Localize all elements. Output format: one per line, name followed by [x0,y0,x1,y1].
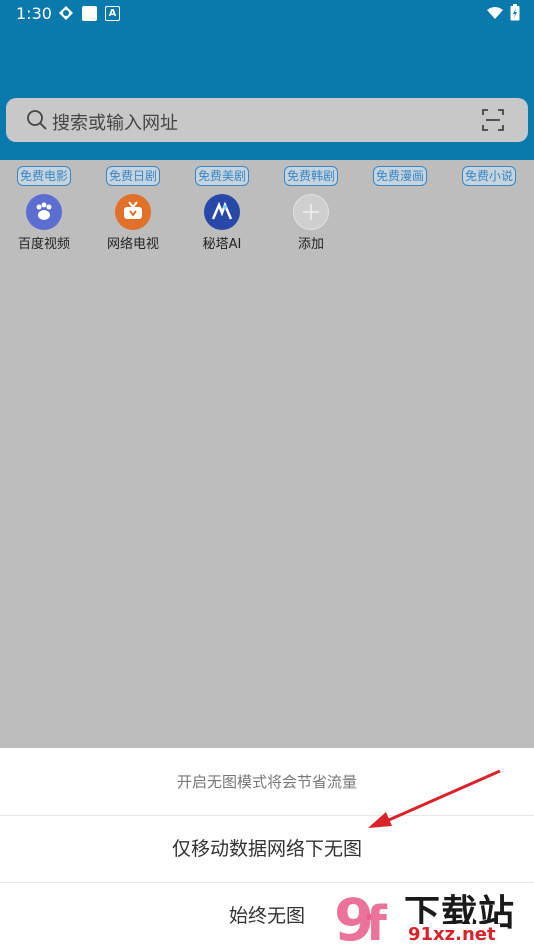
search-bar[interactable]: 搜索或输入网址 [6,98,528,142]
battery-icon [510,4,520,21]
quick-tags: 免费电影 免费日剧 免费美剧 免费韩剧 免费漫画 免费小说 [0,166,534,188]
annotation-arrow-icon [368,769,501,828]
metaso-ai-icon [204,194,240,230]
sync-icon [59,6,73,20]
tv-icon [115,194,151,230]
app-label: 秘塔AI [202,237,242,252]
tag-free-jdrama[interactable]: 免费日剧 [106,166,160,186]
tag-free-us-drama[interactable]: 免费美剧 [195,166,249,186]
status-time: 1:30 [16,4,52,23]
app-network-tv[interactable]: 网络电视 [98,194,168,252]
tag-free-kdrama[interactable]: 免费韩剧 [284,166,338,186]
tag-free-novels[interactable]: 免费小说 [462,166,516,186]
tag-free-comics[interactable]: 免费漫画 [373,166,427,186]
notification-icons: A [58,5,120,21]
tag-free-movies[interactable]: 免费电影 [17,166,71,186]
status-bar: 1:30 A [0,0,534,28]
watermark: 9 f 下载站 91xz.net [332,884,532,950]
app-label: 网络电视 [106,237,159,252]
app-label: 百度视频 [17,237,70,252]
baidu-paw-icon [26,194,62,230]
browser-header: 搜索或输入网址 [0,28,534,160]
app-baidu-video[interactable]: 百度视频 [9,194,79,252]
app-add[interactable]: 添加 [276,194,346,252]
wifi-icon [487,6,503,19]
app-label: 添加 [297,237,324,252]
svg-text:f: f [366,896,388,950]
watermark-logo-icon: 9 f [334,886,388,950]
search-input[interactable]: 搜索或输入网址 [52,109,178,135]
scan-icon[interactable] [482,109,504,131]
app-metaso-ai[interactable]: 秘塔AI [187,194,257,252]
app-notification-icon [82,5,97,21]
keyboard-a-icon: A [105,5,120,21]
search-icon [27,110,47,130]
add-icon [293,194,329,230]
system-icons [486,4,520,21]
watermark-url: 91xz.net [404,924,500,945]
